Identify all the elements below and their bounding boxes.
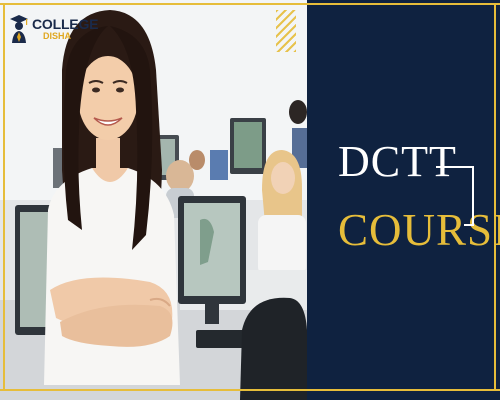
- office-chair: [240, 297, 307, 400]
- stripe-decoration: [276, 10, 296, 52]
- accent-line-vertical: [472, 166, 474, 226]
- course-banner: COLLEGE DISHA DCTT COURSE: [0, 0, 500, 400]
- gold-frame-bottom: [0, 389, 500, 391]
- headline-dctt: DCTT: [338, 137, 457, 186]
- headline-course: COURSE: [338, 205, 500, 255]
- woman-face: [78, 56, 138, 140]
- keyboard: [196, 330, 244, 348]
- logo-disha-text: DISHA: [43, 31, 72, 41]
- background-student: [166, 160, 194, 192]
- accent-line-horizontal: [436, 166, 474, 168]
- gold-frame-top: [0, 3, 500, 5]
- woman-shirt: [44, 168, 180, 385]
- logo-college-text: COLLEGE: [32, 16, 99, 32]
- logo-text: COLLEGE DISHA: [32, 17, 98, 41]
- accent-line-end: [464, 224, 474, 226]
- classroom-photo: [0, 0, 307, 400]
- gold-frame-left: [3, 3, 5, 391]
- college-disha-logo[interactable]: COLLEGE DISHA: [9, 14, 98, 44]
- graduate-cap-logo-icon: [10, 15, 28, 43]
- gold-frame-right: [494, 3, 496, 391]
- photo-illustration: [0, 0, 307, 400]
